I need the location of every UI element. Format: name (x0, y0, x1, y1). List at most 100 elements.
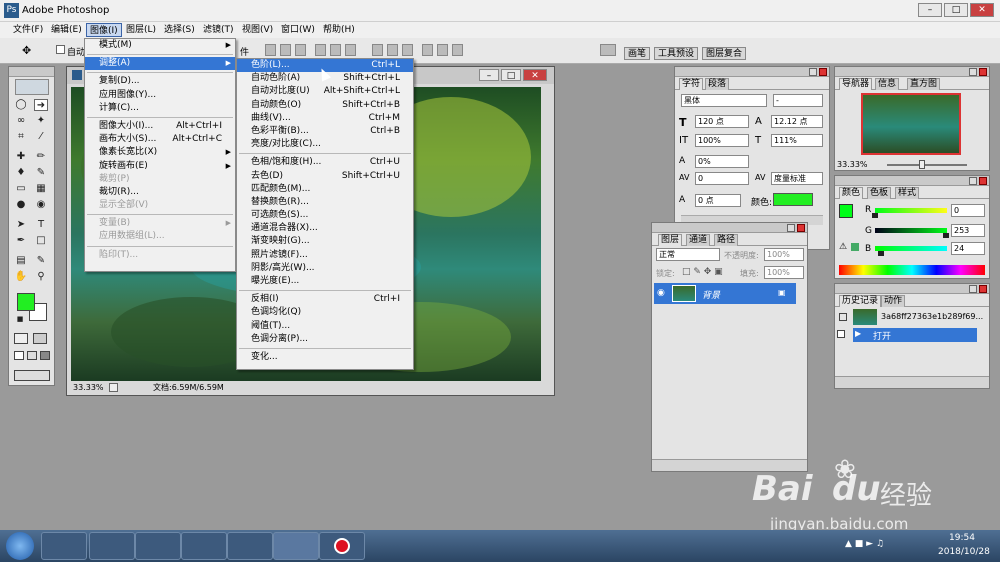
standard-mode-icon[interactable] (14, 333, 28, 344)
image-menu-item[interactable]: 图像大小(I)... Alt+Ctrl+I (85, 120, 235, 133)
out-of-gamut-warning-icon[interactable]: ⚠ (839, 242, 847, 252)
well-tab-layer-comps[interactable]: 图层复合 (702, 47, 747, 60)
file-browser-icon[interactable] (600, 44, 616, 56)
layer-row[interactable]: ◉ 背景 ▣ (654, 283, 796, 304)
g-field[interactable]: 253 (951, 224, 985, 237)
zoom-level[interactable]: 33.33% (73, 381, 104, 394)
image-menu-item[interactable]: 陷印(T)... (85, 249, 235, 262)
distribute-vcenter-icon[interactable] (387, 44, 398, 56)
zoom-tool-icon[interactable]: ⚲ (34, 271, 48, 283)
adjust-menu-item[interactable]: 可选颜色(S)... (237, 209, 413, 222)
align-bottom-icon[interactable] (295, 44, 306, 56)
firefox-icon[interactable] (181, 532, 227, 560)
image-menu-item[interactable]: 调整(A) ▶ (85, 57, 235, 71)
minimize-icon[interactable] (969, 177, 977, 185)
eyedropper-icon[interactable]: ✎ (34, 255, 48, 267)
well-tab-tool-presets[interactable]: 工具预设 (654, 47, 699, 60)
tab-histogram[interactable]: 直方图 (907, 78, 941, 90)
clock-time[interactable]: 19:54 (949, 533, 975, 543)
pen-tool-icon[interactable]: ✒ (14, 235, 28, 247)
default-colors-icon[interactable]: ■ (13, 313, 27, 325)
b-slider[interactable] (875, 246, 947, 251)
opacity-field[interactable]: 100% (764, 248, 804, 261)
clone-stamp-icon[interactable]: ♦ (14, 167, 28, 179)
adjust-menu-item[interactable]: 阈值(T)... (237, 320, 413, 333)
foreground-color-swatch[interactable] (17, 293, 35, 311)
tab-navigator[interactable]: 导航器 (839, 78, 873, 90)
auto-select-checkbox[interactable] (56, 45, 65, 54)
menu-help[interactable]: 帮助(H) (320, 23, 358, 37)
align-top-icon[interactable] (265, 44, 276, 56)
blend-mode-select[interactable]: 正常 (656, 248, 720, 261)
web-color-swatch[interactable] (851, 243, 859, 251)
b-field[interactable]: 24 (951, 242, 985, 255)
navigator-slider-handle[interactable] (919, 160, 925, 169)
notes-tool-icon[interactable]: ▤ (14, 255, 28, 267)
layer-name[interactable]: 背景 (702, 288, 720, 301)
distribute-top-icon[interactable] (372, 44, 383, 56)
history-snapshot-row[interactable]: 3a68ff27363e1b289f69... (837, 309, 987, 327)
adjust-menu-item[interactable]: 匹配颜色(M)... (237, 183, 413, 196)
menu-filter[interactable]: 滤镜(T) (200, 23, 237, 37)
menu-window[interactable]: 窗口(W) (278, 23, 318, 37)
tracking-field[interactable]: 0 (695, 172, 749, 185)
minimize-icon[interactable] (809, 68, 817, 76)
blur-tool-icon[interactable]: ● (14, 199, 28, 211)
foreground-color-swatch[interactable] (839, 204, 853, 218)
tab-paragraph[interactable]: 段落 (705, 78, 730, 90)
minimize-button[interactable]: – (918, 3, 942, 17)
menu-image[interactable]: 图像(I) (86, 23, 122, 37)
close-icon[interactable] (979, 285, 987, 293)
font-style-select[interactable]: - (773, 94, 823, 107)
lasso-tool-icon[interactable]: ∞ (14, 115, 28, 127)
history-brush-source-icon[interactable] (839, 313, 847, 321)
adjust-menu-item[interactable]: 自动对比度(U) Alt+Shift+Ctrl+L (237, 85, 413, 98)
adjust-menu-item[interactable]: 色彩平衡(B)... Ctrl+B (237, 125, 413, 138)
adjust-menu-item[interactable]: 通道混合器(X)... (237, 222, 413, 235)
image-menu-item[interactable]: 显示全部(V) (85, 199, 235, 212)
tab-layers[interactable]: 图层 (658, 234, 683, 246)
adjust-menu-item[interactable]: 反相(I) Ctrl+I (237, 293, 413, 306)
doc-minimize-button[interactable]: – (479, 69, 499, 81)
distribute-bottom-icon[interactable] (402, 44, 413, 56)
distribute-left-icon[interactable] (422, 44, 433, 56)
status-menu-icon[interactable] (109, 383, 118, 392)
distribute-right-icon[interactable] (452, 44, 463, 56)
adjust-menu-item[interactable]: 曝光度(E)... (237, 275, 413, 288)
close-icon[interactable] (979, 68, 987, 76)
image-menu-item[interactable]: 像素长宽比(X) ▶ (85, 146, 235, 159)
text-color-swatch[interactable] (773, 193, 813, 206)
tab-character[interactable]: 字符 (679, 78, 704, 90)
b-slider-handle[interactable] (878, 251, 885, 256)
clock-date[interactable]: 2018/10/28 (938, 547, 990, 557)
adjust-menu-item[interactable]: 自动颜色(O) Shift+Ctrl+B (237, 99, 413, 112)
kerning-select[interactable]: 度量标准 (771, 172, 823, 185)
horizontal-scale-field[interactable]: 111% (771, 134, 823, 147)
adjust-menu-item[interactable]: 色相/饱和度(H)... Ctrl+U (237, 156, 413, 169)
tray-icons[interactable]: ▲ ■ ► ♫ (845, 539, 884, 549)
history-state-source-icon[interactable] (837, 330, 845, 338)
baseline-field[interactable]: 0% (695, 155, 749, 168)
r-slider-handle[interactable] (872, 213, 878, 218)
start-button[interactable] (6, 532, 34, 560)
visibility-eye-icon[interactable]: ◉ (657, 288, 665, 298)
screen-mode-standard-icon[interactable] (14, 351, 24, 360)
move-tool-icon[interactable]: ➜ (34, 99, 48, 111)
tab-paths[interactable]: 路径 (714, 234, 739, 246)
doc-maximize-button[interactable]: □ (501, 69, 521, 81)
tab-history[interactable]: 历史记录 (839, 295, 882, 307)
type-tool-icon[interactable]: T (34, 219, 48, 231)
image-menu-item[interactable]: 旋转画布(E) ▶ (85, 160, 235, 173)
navigator-zoom-slider[interactable] (887, 164, 967, 166)
tab-swatches[interactable]: 色板 (867, 187, 892, 199)
screen-mode-full-icon[interactable] (40, 351, 50, 360)
adjust-menu-item[interactable]: 曲线(V)... Ctrl+M (237, 112, 413, 125)
minimize-icon[interactable] (787, 224, 795, 232)
image-menu-item[interactable]: 复制(D)... (85, 75, 235, 88)
menu-edit[interactable]: 编辑(E) (48, 23, 85, 37)
move-tool-icon[interactable]: ✥ (22, 44, 31, 57)
history-footer-buttons[interactable] (835, 376, 989, 388)
dodge-tool-icon[interactable]: ◉ (34, 199, 48, 211)
jump-to-imageready-icon[interactable] (14, 370, 50, 381)
navigator-thumbnail[interactable] (861, 93, 961, 155)
